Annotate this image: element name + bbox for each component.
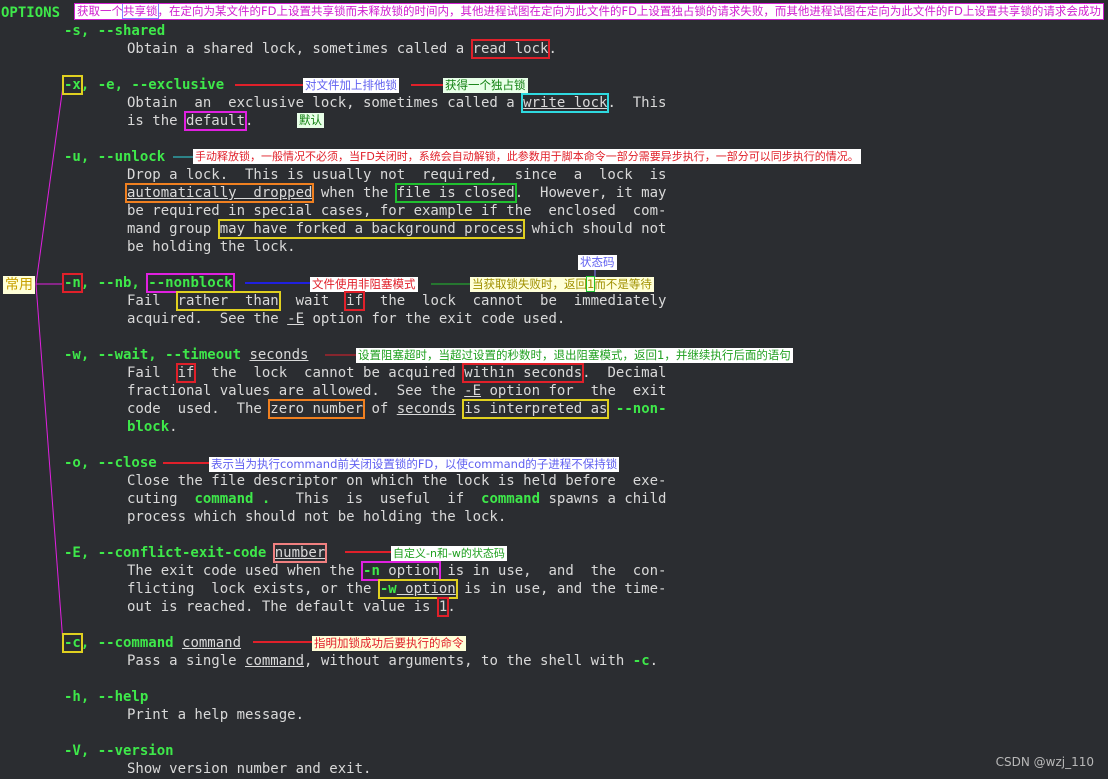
annotation-command: 指明加锁成功后要执行的命令 [312,636,466,651]
option-wait-desc-2: fractional values are allowed. See the -… [127,383,667,399]
option-help-desc: Print a help message. [127,707,305,723]
option-wait: -w, --wait, --timeout seconds [64,347,309,363]
annotation-conflict-exit-code: 自定义-n和-w的状态码 [391,546,507,561]
annotation-exclusive-1: 对文件加上排他锁 [303,78,399,93]
option-exclusive-desc-1: Obtain an exclusive lock, sometimes call… [127,93,667,113]
option-version: -V, --version [64,743,174,759]
option-conflict-desc-3: out is reached. The default value is 1. [127,597,456,617]
option-close-desc-1: Close the file descriptor on which the l… [127,473,667,489]
option-nonblock-desc-1: Fail rather than wait if the lock cannot… [127,291,667,311]
annotation-nonblock-2: 当获取锁失败时，返回1而不是等待 [470,276,654,292]
option-unlock-desc-5: be holding the lock. [127,239,296,255]
option-version-desc: Show version number and exit. [127,761,372,777]
option-shared: -s, --shared [64,23,166,39]
option-wait-desc-4: block. [127,419,178,435]
option-unlock-desc-3: be required in special cases, for exampl… [127,203,667,219]
option-close-desc-2: cuting command . This is useful if comma… [127,491,667,507]
option-shared-desc: Obtain a shared lock, sometimes called a… [127,39,557,59]
annotation-unlock: 手动释放锁，一般情况不必须，当FD关闭时，系统会自动解锁，此参数用于脚本命令一部… [193,149,861,164]
annotation-exclusive-2: 获得一个独占锁 [443,78,528,93]
option-exclusive-desc-2: is the default. [127,111,254,131]
option-nonblock-desc-2: acquired. See the -E option for the exit… [127,311,566,327]
watermark: CSDN @wzj_110 [995,755,1094,769]
annotation-status-code: 状态码 [578,255,617,270]
option-conflict-desc-2: flicting lock exists, or the -w option i… [127,579,667,599]
option-conflict-exit-code: -E, --conflict-exit-code number [64,543,328,563]
annotation-default: 默认 [297,113,324,128]
option-unlock-desc-2: automatically dropped when the file is c… [124,183,667,203]
option-exclusive: -x, -e, --exclusive [62,75,225,95]
option-close-desc-3: process which should not be holding the … [127,509,507,525]
annotation-close: 表示当为执行command前关闭设置锁的FD，以使command的子进程不保持锁 [209,457,620,472]
option-unlock: -u, --unlock [64,149,166,165]
option-wait-desc-3: code used. The zero number of seconds is… [127,399,667,419]
annotation-wait: 设置阻塞超时，当超过设置的秒数时，退出阻塞模式，返回1，并继续执行后面的语句 [356,348,793,363]
annotation-nonblock-1: 文件使用非阻塞模式 [310,277,418,292]
option-nonblock: -n, --nb, --nonblock [62,273,235,293]
option-unlock-desc-1: Drop a lock. This is usually not require… [127,167,667,183]
option-command-desc: Pass a single command, without arguments… [127,653,659,669]
option-command: -c, --command command [62,633,242,653]
option-close: -o, --close [64,455,157,471]
option-wait-desc-1: Fail if the lock cannot be acquired with… [127,363,667,383]
option-help: -h, --help [64,689,149,705]
option-conflict-desc-1: The exit code used when the -n option is… [127,561,667,581]
option-unlock-desc-4: mand group may have forked a background … [127,219,667,239]
